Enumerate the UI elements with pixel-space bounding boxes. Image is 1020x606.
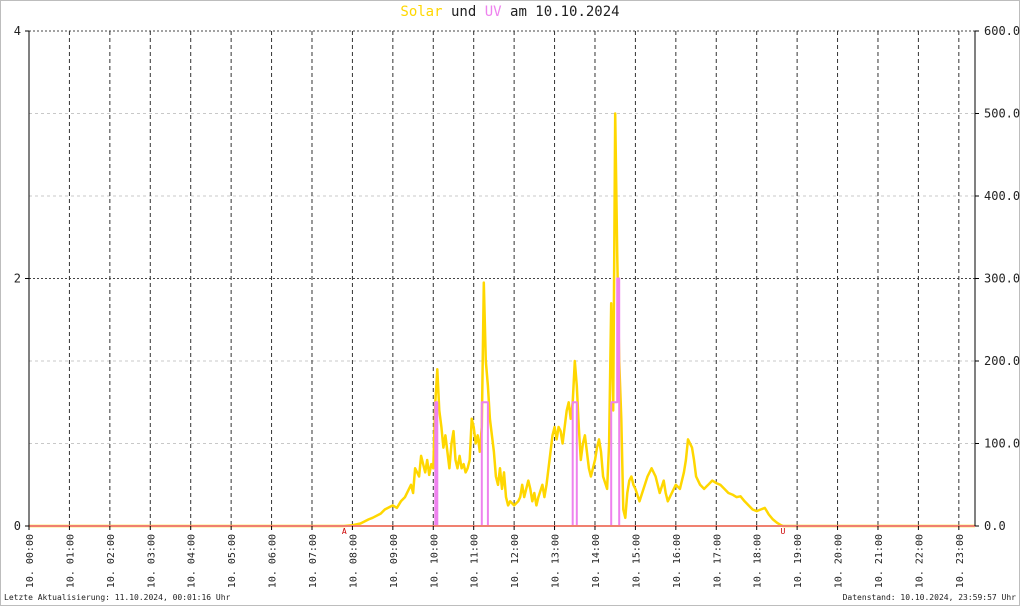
x-tick-label: 10. 13:00 (551, 534, 562, 588)
x-tick-label: 10. 09:00 (389, 534, 400, 588)
right-tick-label: 100.0 (984, 437, 1020, 451)
x-tick-label: 10. 19:00 (793, 534, 804, 588)
right-tick-label: 200.0 (984, 354, 1020, 368)
right-tick-label: 500.0 (984, 107, 1020, 121)
x-tick-label: 10. 07:00 (308, 534, 319, 588)
x-tick-label: 10. 21:00 (874, 534, 885, 588)
x-tick-label: 10. 03:00 (146, 534, 157, 588)
x-tick-label: 10. 23:00 (955, 534, 966, 588)
x-tick-label: 10. 20:00 (834, 534, 845, 588)
x-tick-label: 10. 01:00 (65, 534, 76, 588)
right-tick-label: 300.0 (984, 272, 1020, 286)
right-tick-label: 0.0 (984, 519, 1006, 533)
x-tick-label: 10. 15:00 (631, 534, 642, 588)
series-layer (29, 112, 975, 528)
sunset-marker: U (781, 527, 786, 536)
x-tick-label: 10. 17:00 (712, 534, 723, 588)
x-tick-label: 10. 00:00 (25, 534, 36, 588)
footer-data-status: Datenstand: 10.10.2024, 23:59:57 Uhr (842, 593, 1016, 602)
x-tick-label: 10. 12:00 (510, 534, 521, 588)
x-tick-label: 10. 02:00 (106, 534, 117, 588)
x-tick-label: 10. 06:00 (268, 534, 279, 588)
right-tick-label: 600.0 (984, 24, 1020, 38)
x-tick-label: 10. 04:00 (187, 534, 198, 588)
left-tick-label: 2 (14, 272, 21, 286)
x-tick-label: 10. 11:00 (470, 534, 481, 588)
left-tick-label: 4 (14, 24, 21, 38)
left-tick-label: 0 (14, 519, 21, 533)
solar-series-line (29, 112, 975, 528)
grid-layer (29, 30, 975, 526)
x-tick-label: 10. 22:00 (914, 534, 925, 588)
x-tick-label: 10. 16:00 (672, 534, 683, 588)
x-tick-label: 10. 10:00 (429, 534, 440, 588)
solar-uv-chart: 0 2 4 0.0 100.0 200.0 300.0 400.0 500.0 600.0 10. … (14, 24, 1020, 588)
axis-layer (25, 30, 979, 530)
x-tick-label: 10. 05:00 (227, 534, 238, 588)
x-tick-label: 10. 14:00 (591, 534, 602, 588)
right-tick-label: 400.0 (984, 189, 1020, 203)
footer-last-update: Letzte Aktualisierung: 11.10.2024, 00:01… (4, 593, 231, 602)
x-tick-label: 10. 18:00 (753, 534, 764, 588)
sunrise-marker: A (342, 527, 347, 536)
x-tick-label: 10. 08:00 (348, 534, 359, 588)
